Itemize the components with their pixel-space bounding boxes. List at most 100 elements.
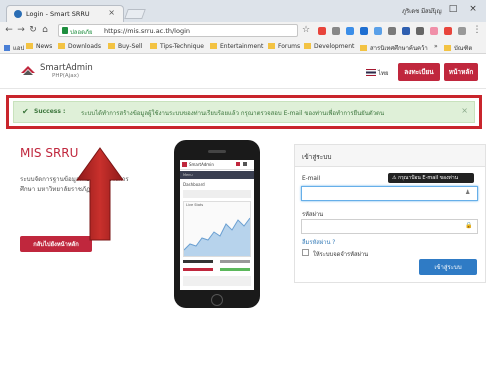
lock-icon: 🔒: [465, 222, 473, 229]
extension-icon[interactable]: [318, 27, 326, 35]
login-panel: เข้าสู่ระบบ E-mail ♟ รหัสผ่าน 🔒 ลืมรหัสผ…: [294, 144, 486, 283]
folder-icon: [268, 43, 275, 49]
logo-subtitle: PHP(Ajax): [52, 73, 79, 79]
bookmark-graduate[interactable]: บัณฑิต: [444, 43, 486, 53]
remember-checkbox[interactable]: [302, 249, 309, 256]
extension-icon[interactable]: [374, 27, 382, 35]
apps-grid-icon: [4, 45, 10, 51]
extension-icon[interactable]: [430, 27, 438, 35]
folder-icon: [304, 43, 311, 49]
phone-stat-bar: [183, 260, 213, 263]
login-submit-button[interactable]: เข้าสู่ระบบ: [419, 259, 477, 275]
folder-icon: [210, 43, 217, 49]
home-button[interactable]: หน้าหลัก: [444, 63, 478, 81]
extension-icon[interactable]: [416, 27, 424, 35]
extension-icon[interactable]: [388, 27, 396, 35]
extension-icon[interactable]: [458, 27, 466, 35]
tab-title: Login - Smart SRRU: [26, 10, 90, 18]
info-icon: ⚠: [392, 175, 397, 181]
phone-stat-bar: [183, 268, 213, 271]
bookmarks-more[interactable]: »: [434, 43, 438, 50]
phone-mockup: SmartAdmin Menu Dashboard Live Stats: [174, 140, 260, 308]
phone-area-chart: [184, 217, 250, 256]
language-selector[interactable]: ไทย: [378, 68, 389, 78]
address-toolbar: ← → ↻ ⌂ ปลอดภัย https://mis.srru.ac.th/l…: [0, 22, 486, 40]
tab-close-icon[interactable]: ×: [108, 8, 115, 17]
phone-stat-bar: [220, 260, 250, 263]
folder-icon: [58, 43, 65, 49]
check-icon: ✔: [22, 107, 29, 116]
phone-chart-label: Live Stats: [186, 203, 204, 207]
login-panel-header: เข้าสู่ระบบ: [295, 145, 485, 167]
secure-label: ปลอดภัย: [70, 29, 93, 36]
bookmark-apps[interactable]: แอป: [4, 43, 24, 53]
phone-page-title: Dashboard: [183, 182, 205, 187]
forward-arrow-icon[interactable]: →: [16, 25, 26, 35]
email-field[interactable]: [301, 186, 478, 201]
extension-icon[interactable]: [402, 27, 410, 35]
extension-icon[interactable]: [346, 27, 354, 35]
remember-label[interactable]: ให้ระบบจดจำรหัสผ่าน: [313, 249, 368, 259]
bookmark-downloads[interactable]: Downloads: [58, 43, 101, 50]
bookmark-development[interactable]: Development: [304, 43, 354, 50]
minimize-button[interactable]: –: [426, 4, 440, 14]
email-label: E-mail: [302, 176, 321, 182]
close-window-button[interactable]: ×: [466, 4, 480, 14]
folder-icon: [444, 45, 451, 51]
tooltip-text: กรุณาป้อน E-mail ของท่าน: [398, 175, 459, 181]
bookmark-tips-technique[interactable]: Tips-Technique: [150, 43, 204, 50]
login-title: เข้าสู่ระบบ: [302, 153, 332, 161]
phone-nav-bar: Menu: [180, 171, 254, 179]
success-alert: ✔ Success : ระบบได้ทำการสร้างข้อมูลผู้ใช…: [13, 101, 475, 123]
forgot-password-link[interactable]: ลืมรหัสผ่าน ?: [302, 237, 335, 247]
new-tab-button[interactable]: [124, 9, 146, 19]
folder-icon: [150, 43, 157, 49]
alert-close-icon[interactable]: ×: [461, 106, 468, 115]
phone-nav-icon: [243, 162, 247, 166]
logo-title: SmartAdmin: [40, 63, 93, 73]
bookmark-buy-sell[interactable]: Buy-Sell: [108, 43, 142, 50]
extension-icon[interactable]: [332, 27, 340, 35]
phone-toolbar: [183, 190, 251, 198]
url-bar[interactable]: ปลอดภัย https://mis.srru.ac.th/login: [58, 24, 298, 37]
url-text[interactable]: https://mis.srru.ac.th/login: [104, 27, 190, 35]
phone-logo-icon: [182, 162, 187, 167]
star-icon[interactable]: ☆: [302, 25, 310, 35]
bookmark-library[interactable]: สารนิเทศศึกษาค้นคว้า: [360, 43, 432, 53]
phone-chart-panel: Live Stats: [183, 201, 251, 257]
bookmark-forums[interactable]: Forums: [268, 43, 300, 50]
thai-flag-icon[interactable]: [366, 69, 376, 76]
reload-icon[interactable]: ↻: [28, 25, 38, 35]
alert-message: ระบบได้ทำการสร้างข้อมูลผู้ใช้งานระบบของท…: [81, 110, 385, 117]
maximize-button[interactable]: □: [446, 4, 460, 14]
folder-icon: [108, 43, 115, 49]
phone-stat-bar: [220, 268, 250, 271]
logo-icon: [21, 66, 35, 75]
user-icon: ♟: [465, 189, 471, 196]
extension-icon[interactable]: [360, 27, 368, 35]
phone-home-button: [211, 294, 223, 306]
lock-icon: [62, 27, 68, 34]
bookmarks-bar: แอป News Downloads Buy-Sell Tips-Techniq…: [0, 40, 486, 54]
page-title: MIS SRRU: [20, 146, 79, 160]
back-arrow-icon[interactable]: ←: [4, 25, 14, 35]
alert-title: Success :: [34, 108, 66, 115]
browser-tab[interactable]: Login - Smart SRRU ×: [6, 5, 124, 22]
extension-icon[interactable]: [444, 27, 452, 35]
bookmark-news[interactable]: News: [26, 43, 52, 50]
site-header: SmartAdmin PHP(Ajax) ไทย ลงทะเบียน หน้าห…: [0, 55, 486, 89]
phone-nav-label: Menu: [183, 173, 193, 177]
phone-screen: SmartAdmin Menu Dashboard Live Stats: [180, 160, 254, 290]
register-button[interactable]: ลงทะเบียน: [398, 63, 440, 81]
folder-icon: [26, 43, 33, 49]
phone-app-title: SmartAdmin: [189, 162, 214, 167]
bookmark-entertainment[interactable]: Entertainment: [210, 43, 263, 50]
menu-kebab-icon[interactable]: ⋮: [472, 25, 482, 35]
annotation-arrow-up-icon: [76, 147, 124, 241]
password-label: รหัสผ่าน: [302, 212, 324, 218]
password-field[interactable]: [301, 219, 478, 234]
folder-icon: [360, 45, 367, 51]
browser-titlebar: Login - Smart SRRU × ภูริเดช มีสมบุญ – □…: [0, 0, 486, 22]
phone-app-header: SmartAdmin: [180, 160, 254, 170]
home-icon[interactable]: ⌂: [40, 25, 50, 35]
